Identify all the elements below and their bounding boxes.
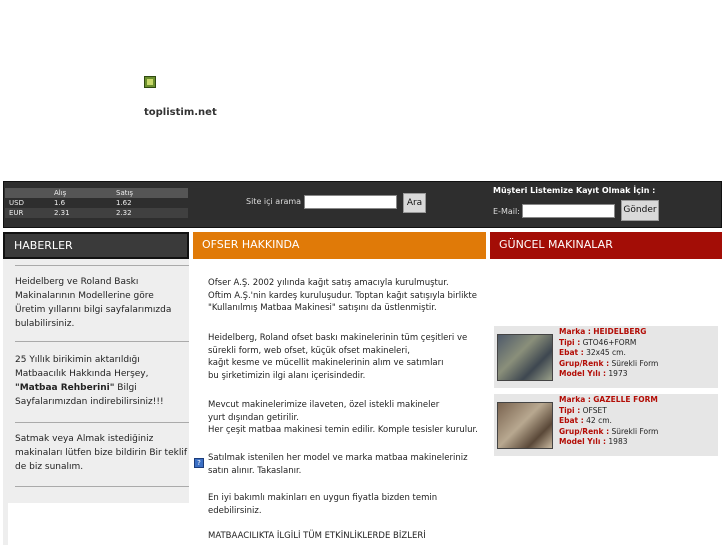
email-input[interactable] [522, 204, 615, 218]
machine-field-label: Tipi : [559, 405, 581, 415]
news-divider [15, 422, 189, 423]
news-item[interactable]: Satmak veya Almak istediğiniz makinaları… [15, 432, 187, 474]
tab-machines[interactable]: GÜNCEL MAKINALAR [490, 232, 722, 259]
about-line: bu şirketimizin ilgi alanı içerisindedir… [208, 370, 366, 381]
machine-card[interactable]: Marka : HEIDELBERG Tipi : GTO46+FORM Eba… [494, 326, 718, 388]
search-label: Site içi arama : [246, 197, 307, 206]
about-line: Satılmak istenilen her model ve marka ma… [208, 453, 468, 463]
machine-card[interactable]: Marka : GAZELLE FORM Tipi : OFSET Ebat :… [494, 394, 718, 456]
news-link-guide[interactable]: "Matbaa Rehberini" [15, 383, 114, 393]
machine-size: 42 cm. [586, 416, 612, 425]
machine-field-label: Ebat : [559, 416, 584, 425]
machine-field-label: Grup/Renk : [559, 358, 610, 368]
about-line: Heidelberg, Roland ofset baskı makineler… [208, 333, 468, 343]
machine-group: Sürekli Form [611, 358, 659, 368]
about-line: yurt dışından getirilir. [208, 412, 299, 423]
search-button[interactable]: Ara [403, 193, 426, 213]
news-text: 25 Yıllık birikimin aktarıldığı Matbaacı… [15, 355, 149, 379]
machine-photo[interactable] [497, 402, 553, 449]
machine-group: Sürekli Form [611, 426, 659, 436]
news-item[interactable]: Heidelberg ve Roland Baskı Makinalarının… [15, 275, 187, 331]
about-paragraph: Mevcut makinelerimize ilaveten, özel ist… [208, 399, 488, 437]
about-line: sürekli form, web ofset, küçük ofset mak… [208, 345, 410, 356]
machine-year: 1973 [608, 369, 628, 378]
machine-brand[interactable]: GAZELLE FORM [593, 395, 658, 404]
news-text: Satmak veya Almak istediğiniz makinaları… [15, 434, 188, 472]
about-line: edebilirsiniz. [208, 505, 262, 516]
news-divider [15, 341, 189, 342]
tab-about[interactable]: OFSER HAKKINDA [193, 232, 486, 259]
machine-brand[interactable]: HEIDELBERG [593, 327, 646, 336]
machine-photo[interactable] [497, 334, 553, 381]
news-item[interactable]: 25 Yıllık birikimin aktarıldığı Matbaacı… [15, 353, 187, 409]
about-line: satın alınır. Takaslanır. [208, 465, 302, 476]
tab-news[interactable]: HABERLER [3, 232, 189, 259]
about-line: "Kullanılmış Matbaa Makinesi" satışını d… [208, 303, 437, 313]
about-paragraph: Ofser A.Ş. 2002 yılında kağıt satış amac… [208, 277, 488, 315]
about-line: Oftim A.Ş.'nin kardeş kuruluşudur. Topta… [208, 290, 477, 301]
news-text: Heidelberg ve Roland Baskı Makinalarının… [15, 277, 172, 329]
machine-field-label: Tipi : [559, 337, 581, 347]
currency-row-eur: EUR 2.31 2.32 [5, 208, 188, 218]
machine-info: Marka : HEIDELBERG Tipi : GTO46+FORM Eba… [559, 327, 658, 380]
currency-buy: 1.6 [54, 199, 66, 207]
currency-header-row: Alış Satış [5, 188, 188, 198]
news-blank-area [8, 503, 189, 545]
about-line: Her çeşit matbaa makinesi temin edilir. … [208, 425, 478, 435]
currency-code: EUR [9, 209, 24, 217]
submit-email-button[interactable]: Gönder [621, 200, 659, 221]
about-line: Ofser A.Ş. 2002 yılında kağıt satış amac… [208, 278, 449, 288]
search-input[interactable] [304, 195, 397, 209]
help-icon[interactable]: ? [194, 458, 204, 468]
machine-type: OFSET [582, 405, 607, 415]
site-name[interactable]: toplistim.net [144, 107, 217, 118]
machine-field-label: Grup/Renk : [559, 426, 610, 436]
currency-buy: 2.31 [54, 209, 70, 217]
machine-info: Marka : GAZELLE FORM Tipi : OFSET Ebat :… [559, 395, 658, 448]
about-line: En iyi bakımlı makinları en uygun fiyatl… [208, 493, 438, 503]
email-label: E-Mail: [493, 207, 520, 216]
machine-field-label: Model Yılı : [559, 437, 607, 446]
about-paragraph: En iyi bakımlı makinları en uygun fiyatl… [208, 492, 488, 517]
news-divider [15, 486, 189, 487]
machine-size: 32x45 cm. [586, 348, 626, 357]
currency-table: Alış Satış USD 1.6 1.62 EUR 2.31 2.32 [5, 188, 188, 218]
machine-year: 1983 [608, 437, 628, 446]
about-paragraph: Satılmak istenilen her model ve marka ma… [208, 452, 488, 477]
currency-row-usd: USD 1.6 1.62 [5, 198, 188, 208]
about-line: MATBAACILIKTA İLGİLİ TÜM ETKİNLİKLERDE B… [208, 531, 426, 541]
machine-field-label: Ebat : [559, 348, 584, 357]
news-divider [15, 265, 189, 266]
about-line: Mevcut makinelerimize ilaveten, özel ist… [208, 400, 440, 410]
machine-field-label: Marka : [559, 327, 591, 336]
machine-field-label: Marka : [559, 395, 591, 404]
currency-sell: 2.32 [116, 209, 132, 217]
about-paragraph: Heidelberg, Roland ofset baskı makineler… [208, 332, 488, 382]
machine-type: GTO46+FORM [582, 337, 637, 347]
currency-code: USD [9, 199, 24, 207]
about-paragraph: MATBAACILIKTA İLGİLİ TÜM ETKİNLİKLERDE B… [208, 530, 488, 543]
currency-header-sell: Satış [116, 189, 134, 197]
register-title: Müşteri Listemize Kayıt Olmak İçin : [493, 186, 656, 195]
currency-header-buy: Alış [54, 189, 67, 197]
machine-field-label: Model Yılı : [559, 369, 607, 378]
currency-sell: 1.62 [116, 199, 132, 207]
site-logo-icon[interactable] [144, 76, 156, 88]
about-line: kağıt kesme ve mücellit makinelerinin al… [208, 358, 444, 368]
